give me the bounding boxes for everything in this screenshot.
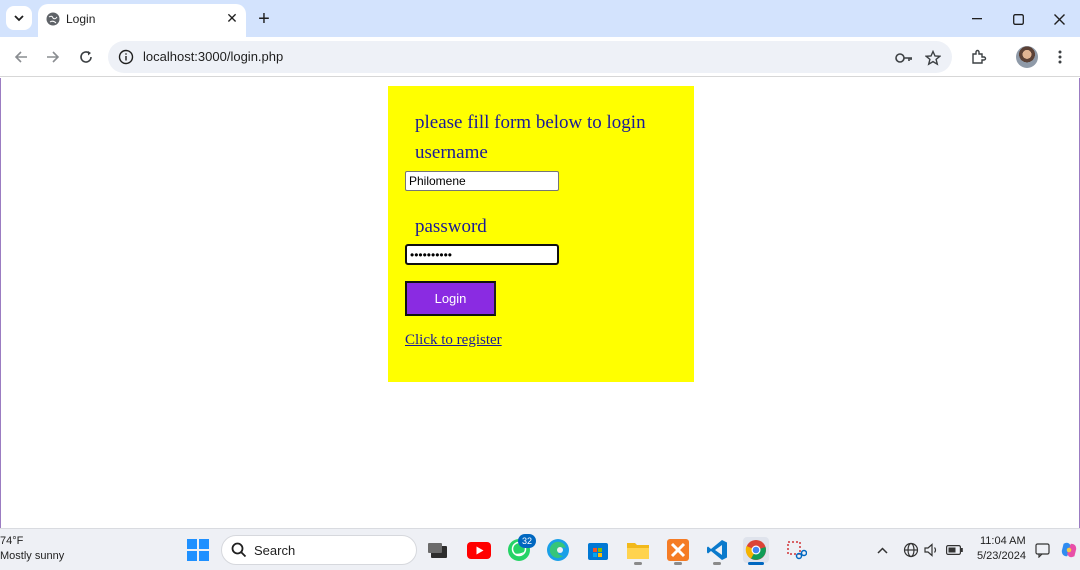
maximize-button[interactable]: [1003, 7, 1033, 31]
xampp-icon[interactable]: [665, 537, 691, 563]
store-icon[interactable]: [585, 537, 611, 563]
close-icon: [1053, 13, 1065, 25]
snipping-tool-icon[interactable]: [783, 537, 809, 563]
battery-icon[interactable]: [945, 541, 963, 559]
form-heading: please fill form below to login: [415, 112, 646, 133]
globe-icon: [46, 12, 60, 26]
whatsapp-badge: 32: [518, 534, 536, 548]
username-input[interactable]: [405, 171, 559, 191]
tab-title: Login: [66, 12, 96, 26]
start-button[interactable]: [185, 537, 211, 563]
chevron-down-icon: [14, 14, 24, 21]
register-link[interactable]: Click to register: [405, 332, 502, 349]
running-indicator: [634, 562, 642, 565]
minimize-icon: [972, 18, 982, 20]
menu-icon[interactable]: [1048, 45, 1072, 69]
tab-strip: Login ✕ +: [0, 0, 1080, 37]
copilot-icon[interactable]: [1060, 541, 1078, 559]
new-tab-button[interactable]: +: [253, 8, 275, 30]
search-icon: [231, 542, 247, 558]
active-indicator: [748, 562, 764, 565]
taskbar-search[interactable]: Search: [221, 535, 417, 565]
tab-search-button[interactable]: [6, 6, 32, 30]
extensions-icon[interactable]: [967, 45, 991, 69]
vscode-icon[interactable]: [704, 537, 730, 563]
bookmark-star-icon[interactable]: [924, 49, 942, 67]
forward-button[interactable]: [41, 45, 65, 69]
edge-icon[interactable]: [545, 537, 571, 563]
arrow-left-icon: [14, 51, 27, 63]
login-form: please fill form below to login username…: [388, 86, 694, 382]
password-label: password: [415, 216, 487, 237]
weather-temperature[interactable]: 74°F: [0, 535, 23, 547]
address-bar[interactable]: localhost:3000/login.php: [108, 41, 952, 73]
arrow-right-icon: [47, 51, 60, 63]
clock-time[interactable]: 11:04 AM: [980, 535, 1026, 547]
login-button[interactable]: Login: [405, 281, 496, 316]
network-globe-icon[interactable]: [902, 541, 920, 559]
notification-icon[interactable]: [1033, 541, 1051, 559]
username-label: username: [415, 142, 488, 163]
tab-login[interactable]: Login ✕: [38, 4, 246, 37]
profile-avatar[interactable]: [1016, 46, 1038, 68]
weather-description[interactable]: Mostly sunny: [0, 550, 64, 562]
running-indicator: [713, 562, 721, 565]
file-explorer-icon[interactable]: [625, 537, 651, 563]
info-icon[interactable]: [118, 49, 134, 65]
browser-toolbar: localhost:3000/login.php: [0, 37, 1080, 77]
clock-date[interactable]: 5/23/2024: [977, 550, 1026, 562]
taskbar: 74°F Mostly sunny Search 32 11:04 AM 5/2…: [0, 528, 1080, 570]
volume-icon[interactable]: [923, 541, 941, 559]
chrome-icon[interactable]: [743, 537, 769, 563]
search-label: Search: [254, 543, 296, 558]
password-key-icon[interactable]: [895, 49, 913, 67]
reload-icon: [80, 51, 92, 63]
password-input[interactable]: [405, 244, 559, 265]
windows-icon: [187, 539, 209, 561]
chevron-up-icon[interactable]: [873, 541, 891, 559]
minimize-button[interactable]: [962, 7, 992, 31]
youtube-icon[interactable]: [466, 537, 492, 563]
running-indicator: [674, 562, 682, 565]
task-view-icon[interactable]: [425, 537, 451, 563]
url-text[interactable]: localhost:3000/login.php: [143, 49, 283, 64]
maximize-icon: [1012, 13, 1024, 25]
close-tab-icon[interactable]: ✕: [224, 10, 240, 26]
back-button[interactable]: [9, 45, 33, 69]
close-window-button[interactable]: [1044, 7, 1074, 31]
reload-button[interactable]: [74, 45, 98, 69]
